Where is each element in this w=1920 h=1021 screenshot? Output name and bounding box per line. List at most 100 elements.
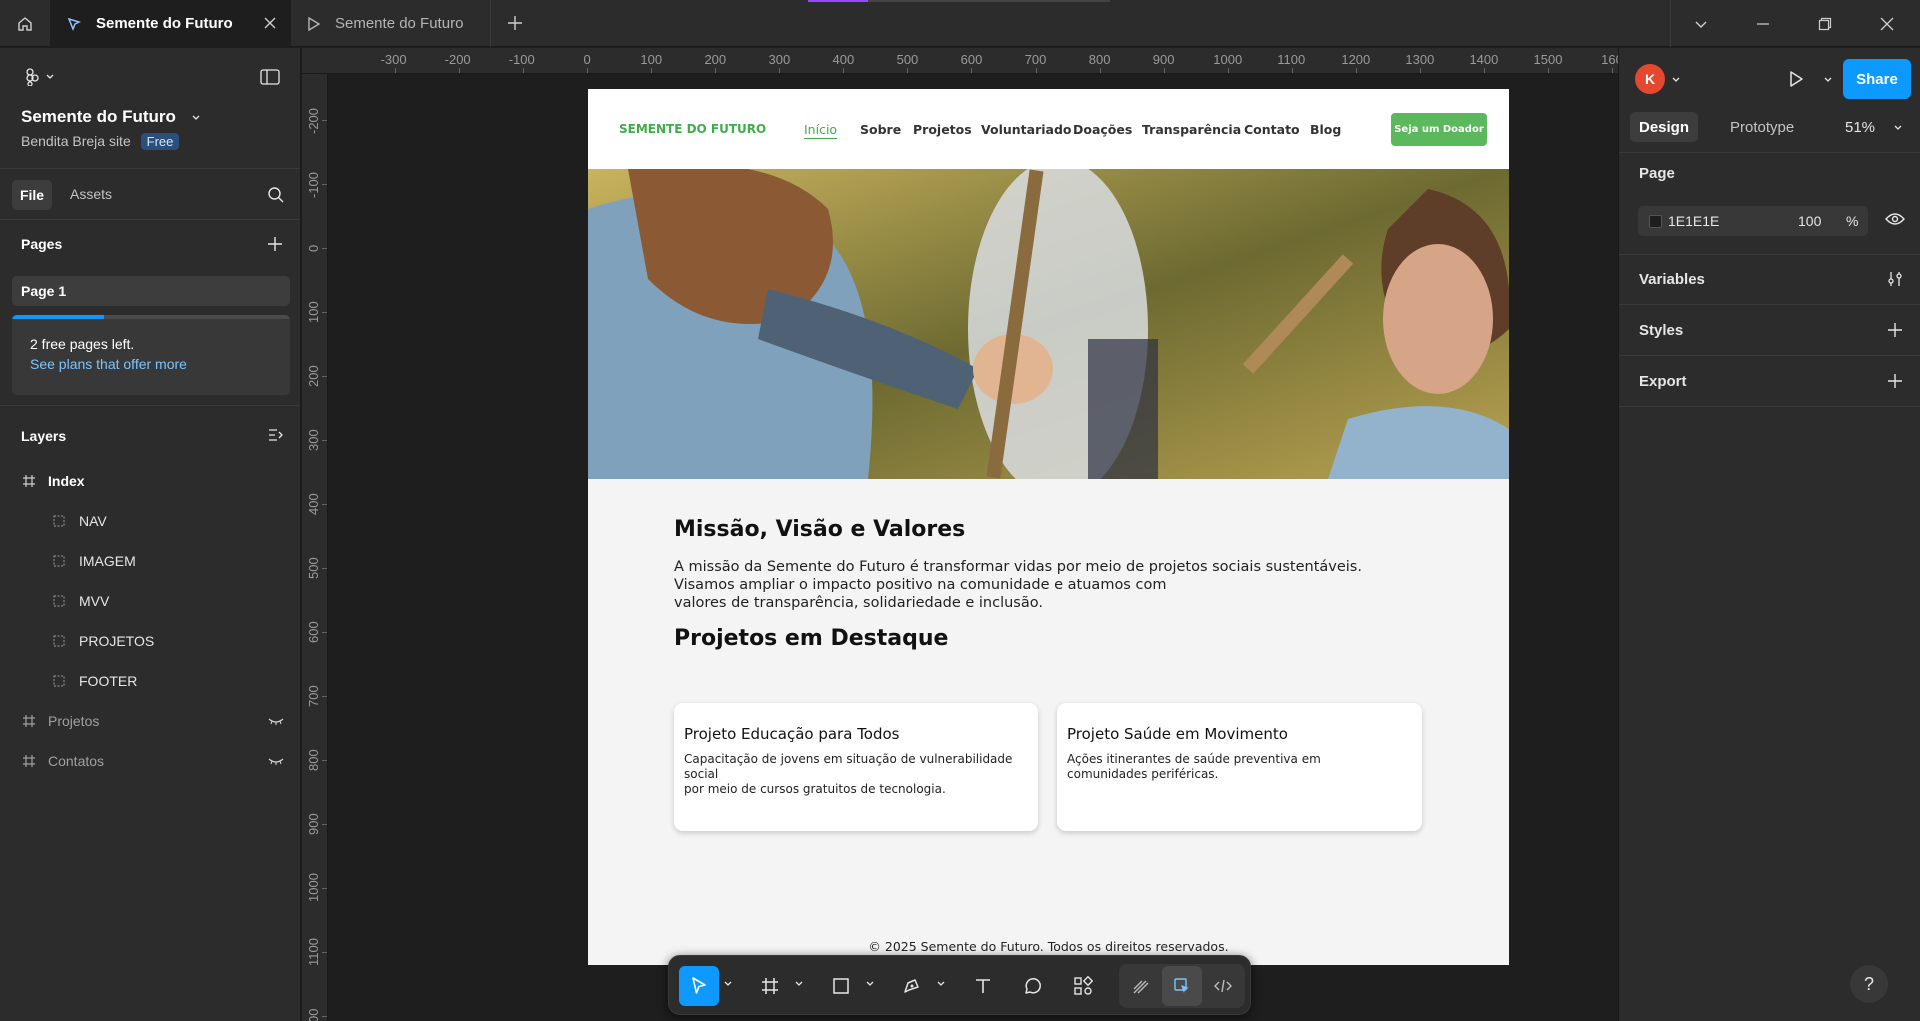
nav-link-inicio[interactable]: Início [804, 122, 838, 139]
layer-imagem[interactable]: IMAGEM [0, 541, 300, 581]
variables-button[interactable] [1887, 271, 1903, 287]
see-plans-link[interactable]: See plans that offer more [30, 356, 187, 372]
add-page-button[interactable] [267, 236, 283, 252]
design-mode-button[interactable] [1162, 966, 1202, 1006]
layers-options-button[interactable] [268, 428, 284, 442]
code-icon [1214, 979, 1232, 993]
mission-paragraph[interactable]: A missão da Semente do Futuro é transfor… [674, 558, 1362, 612]
team-name[interactable]: Bendita Breja site [21, 133, 131, 149]
tab-assets[interactable]: Assets [70, 186, 112, 202]
page-fill-row[interactable]: 1E1E1E 100 % [1638, 206, 1868, 236]
nav-link-blog[interactable]: Blog [1310, 122, 1341, 137]
tab-file-prototype[interactable]: Semente do Futuro [291, 0, 491, 47]
nav-link-voluntariado[interactable]: Voluntariado [981, 122, 1072, 137]
pen-tool-button[interactable] [892, 966, 932, 1006]
add-export-button[interactable] [1887, 373, 1903, 389]
restore-button[interactable] [1794, 0, 1856, 47]
shape-tool-button[interactable] [821, 966, 861, 1006]
ruler-tick [523, 68, 525, 73]
nav-link-projetos[interactable]: Projetos [913, 122, 972, 137]
vertical-ruler[interactable]: -200 -100 0 100 200 300 400 500 600 700 800 900 1000… [302, 74, 328, 1021]
ruler-tick [459, 68, 461, 73]
file-name[interactable]: Semente do Futuro [21, 107, 201, 127]
close-window-button[interactable] [1856, 0, 1918, 47]
layer-index[interactable]: Index [0, 461, 300, 501]
comment-tool-button[interactable] [1013, 966, 1053, 1006]
section-icon [53, 635, 69, 647]
projects-title[interactable]: Projetos em Destaque [674, 626, 948, 651]
tab-prototype[interactable]: Prototype [1721, 112, 1803, 142]
site-logo[interactable]: SEMENTE DO FUTURO [619, 122, 766, 136]
layer-projetos[interactable]: Projetos [0, 701, 300, 741]
site-nav[interactable]: SEMENTE DO FUTURO Início Sobre Projetos … [588, 89, 1509, 169]
title-bar: Semente do Futuro Semente do Futuro [0, 0, 1920, 47]
layer-projetos-section[interactable]: PROJETOS [0, 621, 300, 661]
new-tab-button[interactable] [505, 13, 525, 33]
mission-title[interactable]: Missão, Visão e Valores [674, 517, 965, 542]
chevron-down-icon[interactable] [865, 980, 875, 988]
donate-button[interactable]: Seja um Doador [1391, 113, 1487, 146]
frame-tool-button[interactable] [750, 966, 790, 1006]
nav-link-doacoes[interactable]: Doações [1073, 122, 1132, 137]
volunteers-planting-image [588, 169, 1509, 479]
cursor-icon [692, 977, 706, 994]
nav-link-contato[interactable]: Contato [1244, 122, 1300, 137]
project-card-desc: Capacitação de jovens em situação de vul… [684, 752, 1038, 797]
export-section-title[interactable]: Export [1639, 373, 1687, 390]
help-button[interactable]: ? [1850, 965, 1888, 1003]
toggle-visibility-button[interactable] [1885, 212, 1905, 226]
page-fill-hex[interactable]: 1E1E1E [1668, 213, 1719, 229]
share-button[interactable]: Share [1843, 59, 1911, 99]
ruler-label: 700 [306, 685, 321, 707]
dev-mode-button[interactable] [1203, 966, 1243, 1006]
frame-index[interactable]: SEMENTE DO FUTURO Início Sobre Projetos … [588, 89, 1509, 965]
chevron-down-icon[interactable] [1671, 76, 1681, 84]
tab-design[interactable]: Design [1630, 112, 1699, 142]
plan-badge[interactable]: Free [140, 133, 180, 150]
layer-contatos[interactable]: Contatos [0, 741, 300, 781]
chevron-down-icon[interactable] [1823, 76, 1833, 84]
color-swatch[interactable] [1649, 215, 1662, 228]
loading-progress [808, 0, 1110, 2]
layer-nav[interactable]: NAV [0, 501, 300, 541]
project-card[interactable]: Projeto Educação para Todos Capacitação … [674, 703, 1038, 831]
actions-tool-button[interactable] [1063, 966, 1103, 1006]
present-button[interactable] [1787, 70, 1805, 88]
chevron-down-icon[interactable] [794, 980, 804, 988]
tab-file[interactable]: File [12, 180, 52, 210]
site-footer-text[interactable]: © 2025 Semente do Futuro. Todos os direi… [588, 939, 1509, 954]
ruler-tick [1035, 68, 1037, 73]
layer-footer[interactable]: FOOTER [0, 661, 300, 701]
text-tool-button[interactable] [963, 966, 1003, 1006]
close-icon[interactable] [263, 16, 277, 30]
chevron-down-icon[interactable] [936, 980, 946, 988]
search-button[interactable] [267, 186, 285, 204]
move-tool-button[interactable] [679, 966, 719, 1006]
main-menu-button[interactable] [22, 68, 56, 86]
nav-link-sobre[interactable]: Sobre [860, 122, 901, 137]
variables-section-title[interactable]: Variables [1639, 271, 1705, 288]
hidden-eye-icon[interactable] [268, 755, 284, 767]
minimize-button[interactable] [1732, 0, 1794, 47]
ruler-label: -100 [508, 52, 535, 67]
hidden-eye-icon[interactable] [268, 715, 284, 727]
page-item-page-1[interactable]: Page 1 [12, 276, 290, 306]
home-button[interactable] [0, 0, 50, 47]
layer-mvv[interactable]: MVV [0, 581, 300, 621]
hero-image[interactable] [588, 169, 1509, 479]
frame-icon [762, 978, 778, 994]
horizontal-ruler[interactable]: -300 -200 -100 0 100 200 300 400 500 600 700 800 900… [302, 48, 1618, 74]
tab-file-design[interactable]: Semente do Futuro [50, 0, 291, 47]
toggle-sidebar-button[interactable] [260, 68, 280, 86]
draw-mode-button[interactable] [1121, 966, 1161, 1006]
chevron-down-icon[interactable] [723, 980, 733, 988]
zoom-level[interactable]: 51% [1845, 119, 1903, 136]
styles-section-title[interactable]: Styles [1639, 322, 1683, 339]
project-card[interactable]: Projeto Saúde em Movimento Ações itinera… [1057, 703, 1422, 831]
page-fill-opacity[interactable]: 100 [1798, 213, 1821, 229]
add-style-button[interactable] [1887, 322, 1903, 338]
ruler-label: -100 [306, 172, 321, 199]
avatar[interactable]: K [1635, 64, 1665, 94]
tabs-menu-button[interactable] [1670, 0, 1732, 47]
nav-link-transparencia[interactable]: Transparência [1142, 122, 1241, 137]
